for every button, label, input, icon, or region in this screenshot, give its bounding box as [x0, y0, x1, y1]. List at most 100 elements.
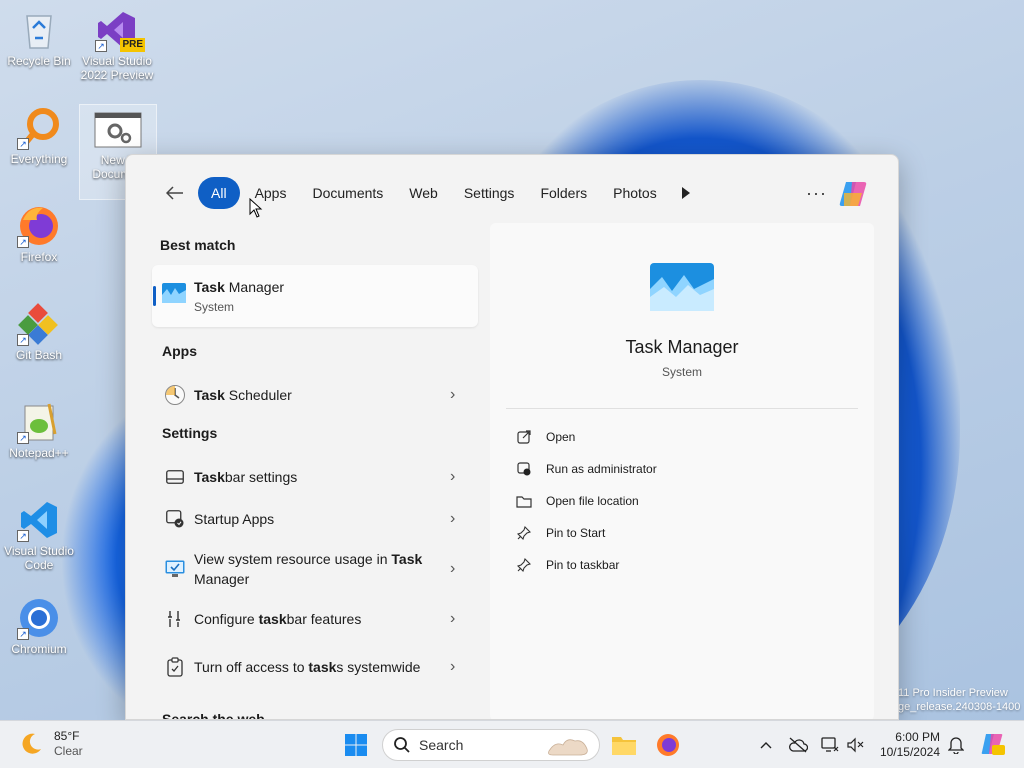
- open-external-icon: [516, 429, 532, 445]
- result-label: Taskbar settings: [194, 467, 434, 487]
- task-manager-large-icon: [650, 263, 714, 311]
- chevron-right-icon: ›: [450, 386, 456, 403]
- weather-widget[interactable]: 85°F Clear: [18, 729, 83, 759]
- match-pre-text: View system resource usage in: [194, 551, 392, 567]
- detail-subtitle: System: [661, 365, 702, 379]
- file-explorer-taskbar-button[interactable]: [608, 729, 640, 761]
- shortcut-arrow-icon: ↗: [17, 530, 29, 542]
- desktop-icon-notepad-plus-plus[interactable]: ↗ Notepad++: [0, 400, 78, 460]
- desktop-icon-git-bash[interactable]: ↗ Git Bash: [0, 302, 78, 362]
- match-bold-text: Task: [194, 387, 225, 403]
- action-label: Pin to taskbar: [546, 558, 620, 572]
- match-rest-text: bar settings: [224, 469, 298, 485]
- match-bold-text: Task: [391, 551, 423, 567]
- match-bold-text: Task: [194, 469, 225, 485]
- result-task-scheduler[interactable]: Task Scheduler ›: [152, 373, 478, 417]
- more-options-dots-icon[interactable]: ···: [806, 183, 827, 204]
- best-match-heading: Best match: [160, 237, 236, 253]
- volume-muted-icon[interactable]: [846, 735, 866, 755]
- best-match-subtitle: System: [194, 300, 235, 314]
- result-view-resource-usage[interactable]: View system resource usage in Task Manag…: [152, 543, 478, 595]
- mouse-cursor-icon: [249, 197, 263, 223]
- tab-all[interactable]: All: [198, 177, 240, 209]
- notepad-plus-plus-icon: ↗: [17, 400, 61, 444]
- action-pin-to-start[interactable]: Pin to Start: [516, 525, 605, 541]
- action-pin-to-taskbar[interactable]: Pin to taskbar: [516, 557, 619, 573]
- admin-shield-icon: [516, 461, 532, 477]
- shortcut-arrow-icon: ↗: [95, 40, 107, 52]
- desktop-icon-firefox[interactable]: ↗ Firefox: [0, 204, 78, 264]
- clock-date: 10/15/2024: [879, 745, 940, 759]
- chevron-right-icon: ›: [450, 658, 456, 675]
- action-open[interactable]: Open: [516, 429, 575, 445]
- match-rest-text: Scheduler: [224, 387, 292, 403]
- search-highlight-illustration-icon: [548, 739, 588, 756]
- desktop-icon-visual-studio-2022[interactable]: PRE ↗ Visual Studio 2022 Preview: [78, 8, 156, 82]
- settings-document-icon: [93, 111, 143, 151]
- desktop-icon-label: Firefox: [20, 250, 58, 264]
- show-hidden-icons-chevron-up-icon[interactable]: [756, 735, 776, 755]
- selection-accent: [153, 286, 156, 306]
- network-monitor-icon[interactable]: [820, 735, 840, 755]
- result-turn-off-access-tasks[interactable]: Turn off access to tasks systemwide ›: [152, 641, 478, 693]
- desktop-icon-chromium[interactable]: ↗ Chromium: [0, 596, 78, 656]
- monitor-check-icon: [164, 558, 186, 580]
- action-label: Open: [546, 430, 576, 444]
- preview-badge: PRE: [120, 38, 145, 52]
- desktop-icon-label: Notepad++: [9, 446, 69, 460]
- result-label: Task Scheduler: [194, 385, 434, 405]
- match-bold-text: task: [258, 611, 287, 627]
- tab-photos[interactable]: Photos: [602, 177, 668, 209]
- shortcut-arrow-icon: ↗: [17, 432, 29, 444]
- best-match-task-manager[interactable]: Task Manager System: [152, 265, 478, 327]
- clipboard-lock-icon: [164, 656, 186, 678]
- desktop-icon-recycle-bin[interactable]: Recycle Bin: [0, 8, 78, 68]
- match-pre-text: Configure: [194, 611, 259, 627]
- tab-folders[interactable]: Folders: [529, 177, 598, 209]
- start-button[interactable]: [340, 729, 372, 761]
- match-pre-text: Turn off access to: [194, 659, 309, 675]
- detail-title: Task Manager: [625, 337, 739, 357]
- search-panel: All Apps Documents Web Settings Folders …: [125, 154, 899, 720]
- cloud-offline-icon[interactable]: [788, 735, 808, 755]
- desktop-icon-everything[interactable]: ↗ Everything: [0, 106, 78, 166]
- weather-condition: Clear: [54, 744, 83, 758]
- weather-temp: 85°F: [54, 729, 80, 743]
- clock-time: 6:00 PM: [895, 730, 940, 744]
- notification-bell-icon[interactable]: [946, 735, 966, 755]
- firefox-taskbar-button[interactable]: [652, 729, 684, 761]
- copilot-icon[interactable]: [838, 179, 870, 209]
- result-configure-taskbar-features[interactable]: Configure taskbar features ›: [152, 597, 478, 641]
- result-taskbar-settings[interactable]: Taskbar settings ›: [152, 455, 478, 499]
- action-open-file-location[interactable]: Open file location: [516, 493, 639, 509]
- result-label: Configure taskbar features: [194, 609, 434, 629]
- shortcut-arrow-icon: ↗: [17, 138, 29, 150]
- tab-documents[interactable]: Documents: [301, 177, 394, 209]
- action-run-as-administrator[interactable]: Run as administrator: [516, 461, 657, 477]
- firefox-icon: ↗: [17, 204, 61, 248]
- recycle-bin-icon: [17, 8, 61, 52]
- everything-search-icon: ↗: [17, 106, 61, 150]
- tab-web[interactable]: Web: [398, 177, 449, 209]
- desktop-icon-visual-studio-code[interactable]: ↗ Visual Studio Code: [0, 498, 78, 572]
- tab-settings[interactable]: Settings: [453, 177, 526, 209]
- watermark-line: ge_release.240308-1400: [898, 701, 1021, 713]
- back-arrow-icon[interactable]: [160, 178, 190, 208]
- chevron-right-icon: ›: [450, 560, 456, 577]
- result-startup-apps[interactable]: Startup Apps ›: [152, 497, 478, 541]
- task-scheduler-clock-icon: [164, 384, 186, 406]
- search-placeholder: Search: [419, 737, 464, 753]
- copilot-taskbar-icon[interactable]: [980, 731, 1006, 757]
- action-label: Run as administrator: [546, 462, 657, 476]
- task-manager-icon: [162, 283, 186, 308]
- desktop-icon-label: Visual Studio 2022 Preview: [80, 54, 154, 82]
- settings-heading: Settings: [162, 425, 218, 441]
- taskbar-search-box[interactable]: Search: [382, 729, 600, 761]
- result-label: Startup Apps: [194, 511, 275, 527]
- apps-heading: Apps: [162, 343, 197, 359]
- desktop-icon-label: Git Bash: [15, 348, 63, 362]
- windows-logo-icon: [345, 734, 367, 756]
- detail-pane: Task Manager System Open Run as administ…: [490, 223, 874, 719]
- taskbar-clock[interactable]: 6:00 PM 10/15/2024: [876, 730, 940, 760]
- more-tabs-play-icon[interactable]: [672, 177, 700, 209]
